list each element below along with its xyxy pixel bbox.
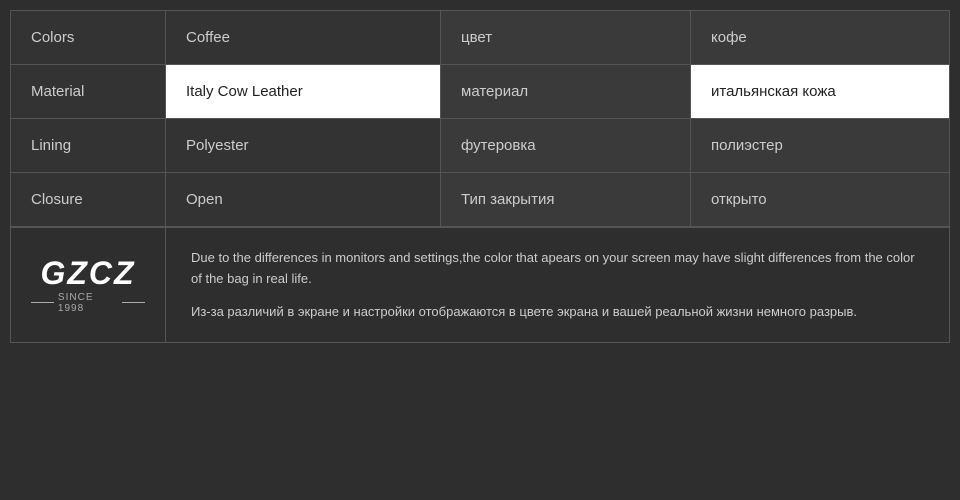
footer-row: GZCZ SINCE 1998 Due to the differences i… (11, 227, 949, 342)
label-material-ru: материал (441, 65, 691, 118)
value-material-ru: итальянская кожа (691, 65, 949, 118)
table-row: Lining Polyester футеровка полиэстер (11, 119, 949, 173)
value-closure-ru: открыто (691, 173, 949, 226)
value-closure-en: Open (166, 173, 441, 226)
label-lining-ru: футеровка (441, 119, 691, 172)
disclaimer-en: Due to the differences in monitors and s… (191, 248, 924, 290)
table-row: Material Italy Cow Leather материал итал… (11, 65, 949, 119)
value-lining-en: Polyester (166, 119, 441, 172)
table-row: Closure Open Тип закрытия открыто (11, 173, 949, 227)
label-colors-ru: цвет (441, 11, 691, 64)
value-colors-ru: кофе (691, 11, 949, 64)
logo: GZCZ SINCE 1998 (31, 257, 145, 314)
product-table: Colors Coffee цвет кофе Material Italy C… (10, 10, 950, 343)
logo-tagline: SINCE 1998 (31, 292, 145, 314)
logo-line-right (122, 302, 145, 303)
label-lining: Lining (11, 119, 166, 172)
label-closure-ru: Тип закрытия (441, 173, 691, 226)
logo-text: GZCZ (40, 257, 135, 289)
disclaimer-ru: Из-за различий в экране и настройки отоб… (191, 302, 924, 323)
label-closure: Closure (11, 173, 166, 226)
value-lining-ru: полиэстер (691, 119, 949, 172)
label-material: Material (11, 65, 166, 118)
brand-logo-section: GZCZ SINCE 1998 (11, 228, 166, 342)
logo-line-left (31, 302, 54, 303)
main-container: Colors Coffee цвет кофе Material Italy C… (0, 0, 960, 500)
disclaimer-section: Due to the differences in monitors and s… (166, 228, 949, 342)
value-colors-en: Coffee (166, 11, 441, 64)
value-material-en: Italy Cow Leather (166, 65, 441, 118)
table-row: Colors Coffee цвет кофе (11, 11, 949, 65)
label-colors: Colors (11, 11, 166, 64)
